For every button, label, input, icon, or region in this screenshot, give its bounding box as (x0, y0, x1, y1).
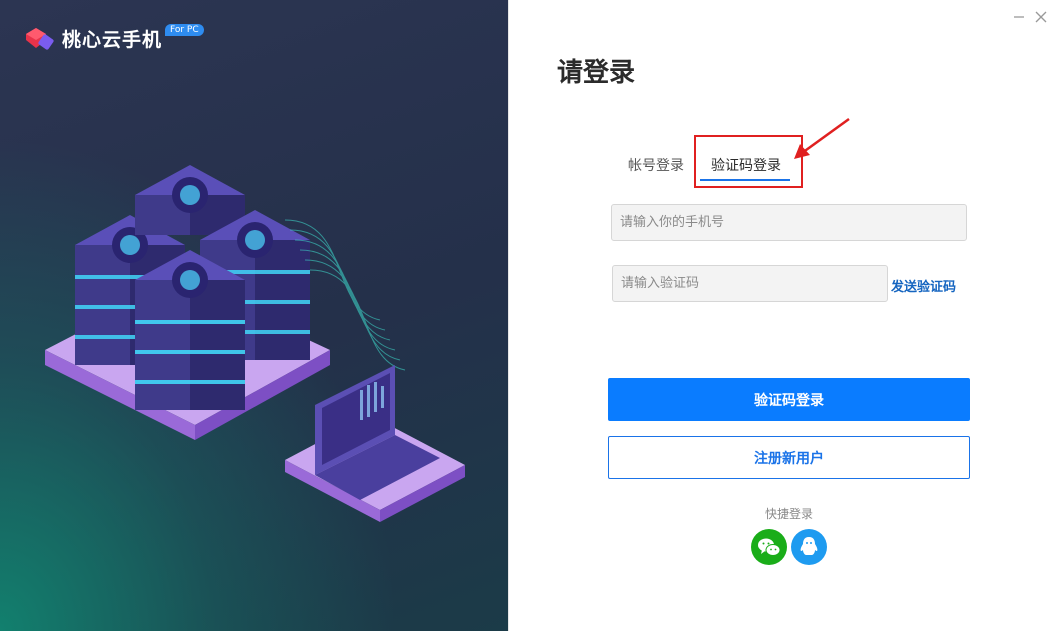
wechat-login-button[interactable] (751, 529, 787, 565)
verification-code-input[interactable] (612, 265, 888, 302)
wechat-icon (758, 538, 781, 556)
register-button[interactable]: 注册新用户 (608, 436, 970, 479)
send-code-link[interactable]: 发送验证码 (891, 276, 956, 295)
tab-account-login[interactable]: 帐号登录 (628, 155, 684, 175)
code-login-button[interactable]: 验证码登录 (608, 378, 970, 421)
hero-panel: 桃心云手机 For PC (0, 0, 508, 631)
quick-login-label: 快捷登录 (765, 507, 814, 521)
brand-name: 桃心云手机 (62, 28, 163, 51)
logo-icon (26, 28, 54, 50)
panel-divider (508, 0, 509, 631)
page-title: 请登录 (557, 58, 636, 88)
app-logo: 桃心云手机 (22, 24, 162, 52)
qq-login-button[interactable] (791, 529, 827, 565)
phone-input[interactable] (611, 204, 967, 241)
minimize-icon[interactable] (1012, 10, 1026, 24)
qq-icon (800, 537, 818, 555)
annotation-highlight-box (694, 135, 803, 188)
server-illustration (45, 165, 465, 522)
for-pc-badge: For PC (165, 24, 204, 36)
close-icon[interactable] (1034, 10, 1048, 24)
annotation-arrow-icon (794, 117, 850, 159)
